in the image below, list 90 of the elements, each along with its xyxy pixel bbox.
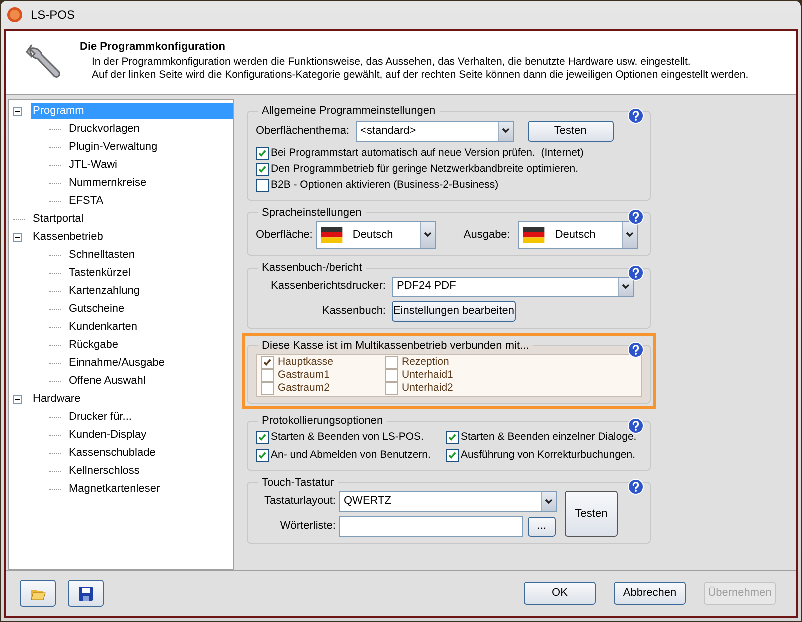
checkbox-label: Gastraum2	[278, 382, 330, 395]
checkbox-label: B2B - Optionen aktivieren (Business-2-Business)	[271, 178, 499, 193]
checkbox[interactable]	[261, 382, 274, 395]
collapse-icon[interactable]	[13, 394, 22, 404]
checkbox-label: Rezeption	[402, 356, 450, 369]
browse-button[interactable]: ...	[528, 516, 556, 536]
language-dropdown[interactable]: Deutsch	[316, 221, 436, 249]
tree-item[interactable]: Drucker für...	[67, 408, 134, 426]
checkbox-label: Bei Programmstart automatisch auf neue Version prüfen. (Internet)	[271, 146, 584, 161]
checkbox[interactable]	[446, 431, 459, 444]
open-folder-button[interactable]	[20, 580, 56, 607]
help-icon[interactable]	[628, 108, 644, 124]
group-title: Kassenbuch-/bericht	[261, 261, 364, 276]
tree-item[interactable]: Gutscheine	[67, 300, 127, 318]
checkbox[interactable]	[256, 431, 269, 444]
tree-item[interactable]: Startportal	[31, 210, 86, 228]
tree-item[interactable]: Nummernkreise	[67, 174, 149, 192]
flag-icon	[320, 227, 343, 243]
language-dropdown[interactable]: Deutsch	[518, 221, 638, 249]
checkbox[interactable]	[385, 369, 398, 382]
help-icon[interactable]	[628, 418, 644, 434]
tree-item[interactable]: Druckvorlagen	[67, 120, 142, 138]
tree-item[interactable]: Kartenzahlung	[67, 282, 142, 300]
checkbox-label: Unterhaid1	[402, 369, 454, 382]
printer-dropdown[interactable]: PDF24 PDF	[392, 276, 634, 296]
checkbox-label: Starten & Beenden einzelner Dialoge.	[461, 430, 637, 445]
checkbox[interactable]	[256, 147, 269, 160]
checkbox[interactable]	[261, 369, 274, 382]
checkbox[interactable]	[446, 449, 459, 462]
checkbox[interactable]	[385, 382, 398, 395]
tree-item[interactable]: Kunden-Display	[67, 426, 149, 444]
checkbox-label: Unterhaid2	[402, 382, 454, 395]
group-title: Allgemeine Programmeinstellungen	[261, 104, 437, 119]
tree-item[interactable]: Tastenkürzel	[67, 264, 133, 282]
tree-item[interactable]: Magnetkartenleser	[67, 480, 162, 498]
layout-dropdown[interactable]: QWERTZ	[339, 491, 557, 512]
dialog-button[interactable]: OK	[524, 582, 596, 605]
edit-settings-button[interactable]: Einstellungen bearbeiten	[392, 300, 516, 322]
tree-item[interactable]: Einnahme/Ausgabe	[67, 354, 168, 372]
tree-item[interactable]: Kassenschublade	[67, 444, 158, 462]
collapse-icon[interactable]	[13, 106, 22, 116]
theme-dropdown[interactable]: <standard>	[356, 120, 514, 142]
group-title: Protokollierungsoptionen	[261, 414, 384, 429]
group-title: Diese Kasse ist im Multikassenbetrieb verbunden mit...	[261, 338, 530, 354]
tree-item[interactable]: Kassenbetrieb	[31, 228, 106, 246]
header-description: Auf der linken Seite wird die Konfigurations-Kategorie gewählt, auf der rechten Seite können dann die jeweiligen Optionen eingestellt werden.	[92, 68, 749, 82]
help-icon[interactable]	[628, 264, 644, 280]
checkbox[interactable]	[385, 356, 398, 369]
help-icon[interactable]	[628, 342, 644, 358]
help-icon[interactable]	[628, 209, 644, 225]
tree-item[interactable]: EFSTA	[67, 192, 106, 210]
checkbox[interactable]	[256, 179, 269, 192]
test-button[interactable]: Testen	[565, 491, 618, 537]
tree-item[interactable]: Kundenkarten	[67, 318, 140, 336]
tree-item[interactable]: Kellnerschloss	[67, 462, 142, 480]
field-label: Kassenberichtsdrucker:	[270, 279, 386, 294]
tree-item[interactable]: Offene Auswahl	[67, 372, 148, 390]
tree-item[interactable]: Rückgabe	[67, 336, 121, 354]
checkbox-label: An- und Abmelden von Benutzern.	[271, 448, 431, 463]
checkbox[interactable]	[256, 163, 269, 176]
window-title: LS-POS	[31, 7, 76, 24]
save-button[interactable]	[68, 580, 104, 607]
checkbox-label: Den Programmbetrieb für geringe Netzwerkbandbreite optimieren.	[271, 162, 579, 177]
checkbox[interactable]	[261, 356, 274, 369]
flag-icon	[523, 227, 546, 243]
field-label: Oberfläche:	[256, 228, 313, 243]
checkbox-label: Gastraum1	[278, 369, 330, 382]
field-label: Oberflächenthema:	[256, 124, 350, 139]
test-button[interactable]: Testen	[528, 120, 614, 142]
field-label: Ausgabe:	[464, 228, 510, 243]
group-title: Spracheinstellungen	[261, 206, 363, 220]
checkbox-label: Hauptkasse	[278, 356, 334, 369]
checkbox-label: Ausführung von Korrekturbuchungen.	[461, 448, 636, 463]
collapse-icon[interactable]	[13, 232, 22, 242]
header-title: Die Programmkonfiguration	[80, 40, 226, 55]
group-title: Touch-Tastatur	[261, 476, 336, 490]
field-label: Tastaturlayout:	[263, 494, 336, 510]
header-description: In der Programmkonfiguration werden die Funktionsweise, das Aussehen, das Verhalten, die benutzte Hardware usw. eingestellt.	[92, 56, 692, 68]
word-list-field[interactable]	[339, 516, 523, 537]
app-logo-icon	[7, 7, 23, 23]
field-label: Kassenbuch:	[321, 304, 386, 319]
tree-item[interactable]: JTL-Wawi	[67, 156, 120, 174]
tree-item[interactable]: Hardware	[31, 390, 83, 408]
help-icon[interactable]	[628, 479, 644, 495]
tree-item[interactable]: Schnelltasten	[67, 246, 138, 264]
tree-item[interactable]: Plugin-Verwaltung	[67, 138, 160, 156]
checkbox-label: Starten & Beenden von LS-POS.	[271, 430, 424, 445]
dialog-button[interactable]: Abbrechen	[614, 582, 686, 605]
checkbox[interactable]	[256, 449, 269, 462]
field-label: Wörterliste:	[279, 519, 336, 534]
